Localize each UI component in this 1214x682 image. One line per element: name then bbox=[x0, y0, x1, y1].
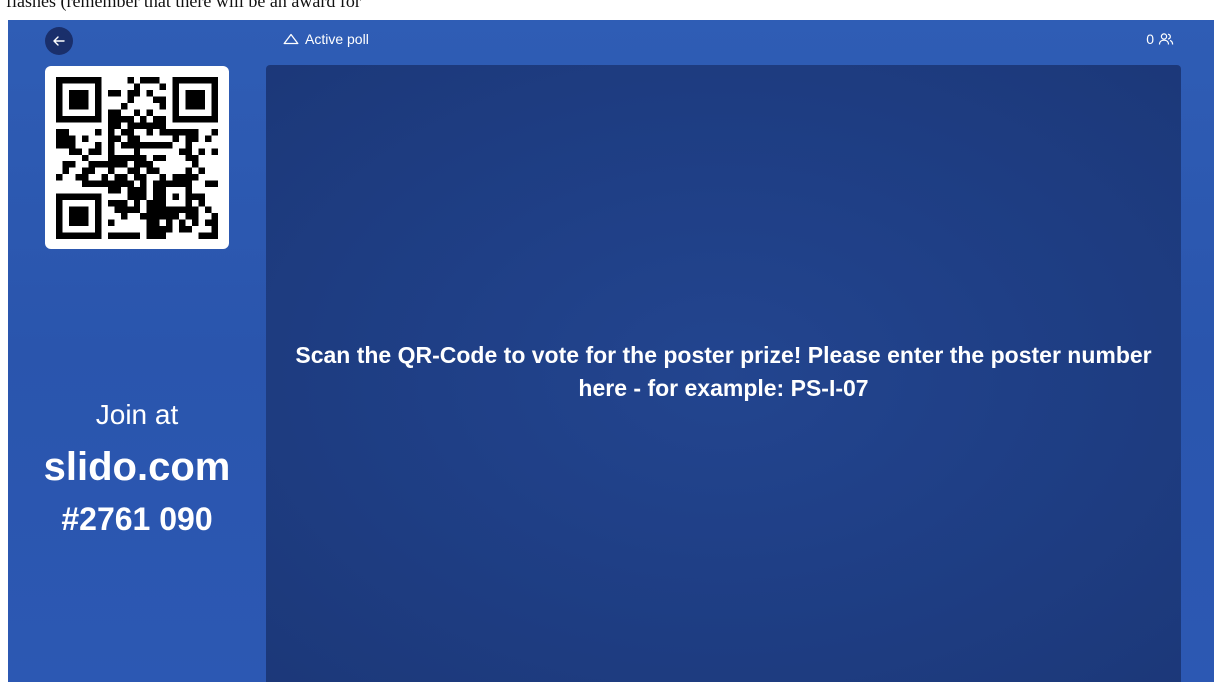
poll-status-label: Active poll bbox=[305, 31, 369, 47]
slido-presentation-window: Active poll 0 Join at slido.com #2761 09… bbox=[8, 20, 1214, 682]
poll-status: Active poll bbox=[283, 31, 369, 47]
event-code: #2761 090 bbox=[61, 501, 213, 537]
join-label: Join at bbox=[95, 399, 179, 430]
background-document-text: flashes (remember that there will be an … bbox=[6, 0, 361, 11]
join-info: Join at slido.com #2761 090 bbox=[8, 398, 266, 538]
qr-code-image bbox=[56, 77, 218, 239]
poll-panel: Scan the QR-Code to vote for the poster … bbox=[266, 65, 1181, 682]
users-icon bbox=[1158, 33, 1174, 45]
join-domain: slido.com bbox=[43, 445, 231, 489]
participant-counter: 0 bbox=[1146, 31, 1174, 47]
background-document-strip: flashes (remember that there will be an … bbox=[0, 0, 1214, 20]
arrow-left-icon bbox=[53, 36, 65, 46]
cloud-icon bbox=[283, 33, 299, 45]
back-button[interactable] bbox=[45, 27, 73, 55]
participant-count: 0 bbox=[1146, 31, 1154, 47]
poll-question: Scan the QR-Code to vote for the poster … bbox=[295, 342, 1152, 401]
qr-code-card bbox=[45, 66, 229, 249]
